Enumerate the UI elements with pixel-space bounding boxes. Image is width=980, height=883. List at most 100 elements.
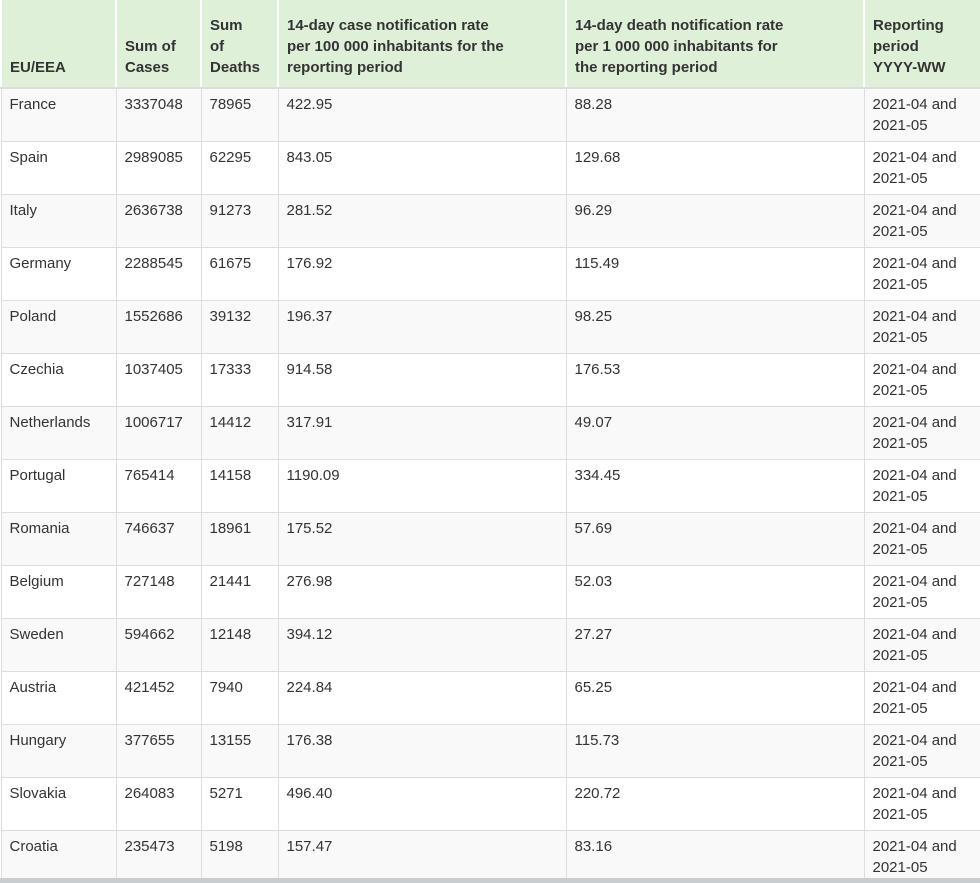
table-row: Italy 2636738 91273 281.52 96.29 2021-04…	[0, 194, 980, 248]
cases-cell: 421452	[115, 671, 202, 725]
death-rate-cell: 334.45	[565, 459, 865, 513]
deaths-cell: 5271	[200, 777, 279, 831]
deaths-cell: 78965	[200, 87, 279, 142]
period-cell: 2021-04 and 2021-05	[863, 777, 980, 831]
case-rate-cell: 317.91	[277, 406, 567, 460]
cases-cell: 765414	[115, 459, 202, 513]
period-cell: 2021-04 and 2021-05	[863, 247, 980, 301]
cases-cell: 1552686	[115, 300, 202, 354]
country-cell: Spain	[0, 141, 117, 195]
deaths-cell: 18961	[200, 512, 279, 566]
deaths-cell: 61675	[200, 247, 279, 301]
table-header-row: EU/EEA Sum of Cases Sum of Deaths 14-day ca…	[0, 0, 980, 89]
column-header: 14-day death notification rate per 1 000…	[565, 0, 865, 89]
cases-cell: 1037405	[115, 353, 202, 407]
cases-cell: 264083	[115, 777, 202, 831]
country-cell: Sweden	[0, 618, 117, 672]
death-rate-cell: 49.07	[565, 406, 865, 460]
case-rate-cell: 394.12	[277, 618, 567, 672]
case-rate-cell: 196.37	[277, 300, 567, 354]
period-cell: 2021-04 and 2021-05	[863, 87, 980, 142]
case-rate-cell: 843.05	[277, 141, 567, 195]
deaths-cell: 5198	[200, 830, 279, 883]
period-cell: 2021-04 and 2021-05	[863, 618, 980, 672]
table-row: Belgium 727148 21441 276.98 52.03 2021-0…	[0, 565, 980, 619]
covid-statistics-table: EU/EEA Sum of Cases Sum of Deaths 14-day ca…	[0, 0, 980, 883]
table-row: Slovakia 264083 5271 496.40 220.72 2021-…	[0, 777, 980, 831]
horizontal-scrollbar[interactable]	[0, 878, 980, 883]
table-row: Sweden 594662 12148 394.12 27.27 2021-04…	[0, 618, 980, 672]
country-cell: Poland	[0, 300, 117, 354]
cases-cell: 2989085	[115, 141, 202, 195]
period-cell: 2021-04 and 2021-05	[863, 141, 980, 195]
country-cell: Czechia	[0, 353, 117, 407]
case-rate-cell: 176.38	[277, 724, 567, 778]
deaths-cell: 14158	[200, 459, 279, 513]
column-header: Reporting period YYYY-WW	[863, 0, 980, 89]
table-row: Spain 2989085 62295 843.05 129.68 2021-0…	[0, 141, 980, 195]
period-cell: 2021-04 and 2021-05	[863, 194, 980, 248]
cases-cell: 727148	[115, 565, 202, 619]
case-rate-cell: 176.92	[277, 247, 567, 301]
period-cell: 2021-04 and 2021-05	[863, 300, 980, 354]
case-rate-cell: 914.58	[277, 353, 567, 407]
country-cell: Romania	[0, 512, 117, 566]
death-rate-cell: 52.03	[565, 565, 865, 619]
column-header: Sum of Cases	[115, 0, 202, 89]
table-row: Portugal 765414 14158 1190.09 334.45 202…	[0, 459, 980, 513]
case-rate-cell: 281.52	[277, 194, 567, 248]
deaths-cell: 62295	[200, 141, 279, 195]
period-cell: 2021-04 and 2021-05	[863, 830, 980, 883]
column-header: EU/EEA	[0, 0, 117, 89]
death-rate-cell: 88.28	[565, 87, 865, 142]
table-body: France 3337048 78965 422.95 88.28 2021-0…	[0, 87, 980, 883]
death-rate-cell: 115.49	[565, 247, 865, 301]
cases-cell: 3337048	[115, 87, 202, 142]
cases-cell: 377655	[115, 724, 202, 778]
country-cell: Portugal	[0, 459, 117, 513]
death-rate-cell: 65.25	[565, 671, 865, 725]
country-cell: Croatia	[0, 830, 117, 883]
table-row: Romania 746637 18961 175.52 57.69 2021-0…	[0, 512, 980, 566]
period-cell: 2021-04 and 2021-05	[863, 671, 980, 725]
period-cell: 2021-04 and 2021-05	[863, 512, 980, 566]
country-cell: Netherlands	[0, 406, 117, 460]
case-rate-cell: 175.52	[277, 512, 567, 566]
country-cell: Belgium	[0, 565, 117, 619]
deaths-cell: 91273	[200, 194, 279, 248]
period-cell: 2021-04 and 2021-05	[863, 724, 980, 778]
cases-cell: 235473	[115, 830, 202, 883]
period-cell: 2021-04 and 2021-05	[863, 406, 980, 460]
country-cell: Slovakia	[0, 777, 117, 831]
country-cell: Germany	[0, 247, 117, 301]
case-rate-cell: 224.84	[277, 671, 567, 725]
death-rate-cell: 57.69	[565, 512, 865, 566]
death-rate-cell: 176.53	[565, 353, 865, 407]
country-cell: Italy	[0, 194, 117, 248]
table-row: Poland 1552686 39132 196.37 98.25 2021-0…	[0, 300, 980, 354]
country-cell: France	[0, 87, 117, 142]
period-cell: 2021-04 and 2021-05	[863, 565, 980, 619]
cases-cell: 594662	[115, 618, 202, 672]
cases-cell: 2636738	[115, 194, 202, 248]
table-row: Czechia 1037405 17333 914.58 176.53 2021…	[0, 353, 980, 407]
table-header: EU/EEA Sum of Cases Sum of Deaths 14-day ca…	[0, 0, 980, 89]
cases-cell: 1006717	[115, 406, 202, 460]
table-row: Hungary 377655 13155 176.38 115.73 2021-…	[0, 724, 980, 778]
deaths-cell: 39132	[200, 300, 279, 354]
table-row: Germany 2288545 61675 176.92 115.49 2021…	[0, 247, 980, 301]
period-cell: 2021-04 and 2021-05	[863, 353, 980, 407]
table-row: Netherlands 1006717 14412 317.91 49.07 2…	[0, 406, 980, 460]
case-rate-cell: 1190.09	[277, 459, 567, 513]
deaths-cell: 12148	[200, 618, 279, 672]
case-rate-cell: 276.98	[277, 565, 567, 619]
death-rate-cell: 27.27	[565, 618, 865, 672]
deaths-cell: 17333	[200, 353, 279, 407]
period-cell: 2021-04 and 2021-05	[863, 459, 980, 513]
deaths-cell: 14412	[200, 406, 279, 460]
case-rate-cell: 496.40	[277, 777, 567, 831]
table-row: France 3337048 78965 422.95 88.28 2021-0…	[0, 87, 980, 142]
page-viewport: EU/EEA Sum of Cases Sum of Deaths 14-day ca…	[0, 0, 980, 883]
cases-cell: 746637	[115, 512, 202, 566]
deaths-cell: 7940	[200, 671, 279, 725]
